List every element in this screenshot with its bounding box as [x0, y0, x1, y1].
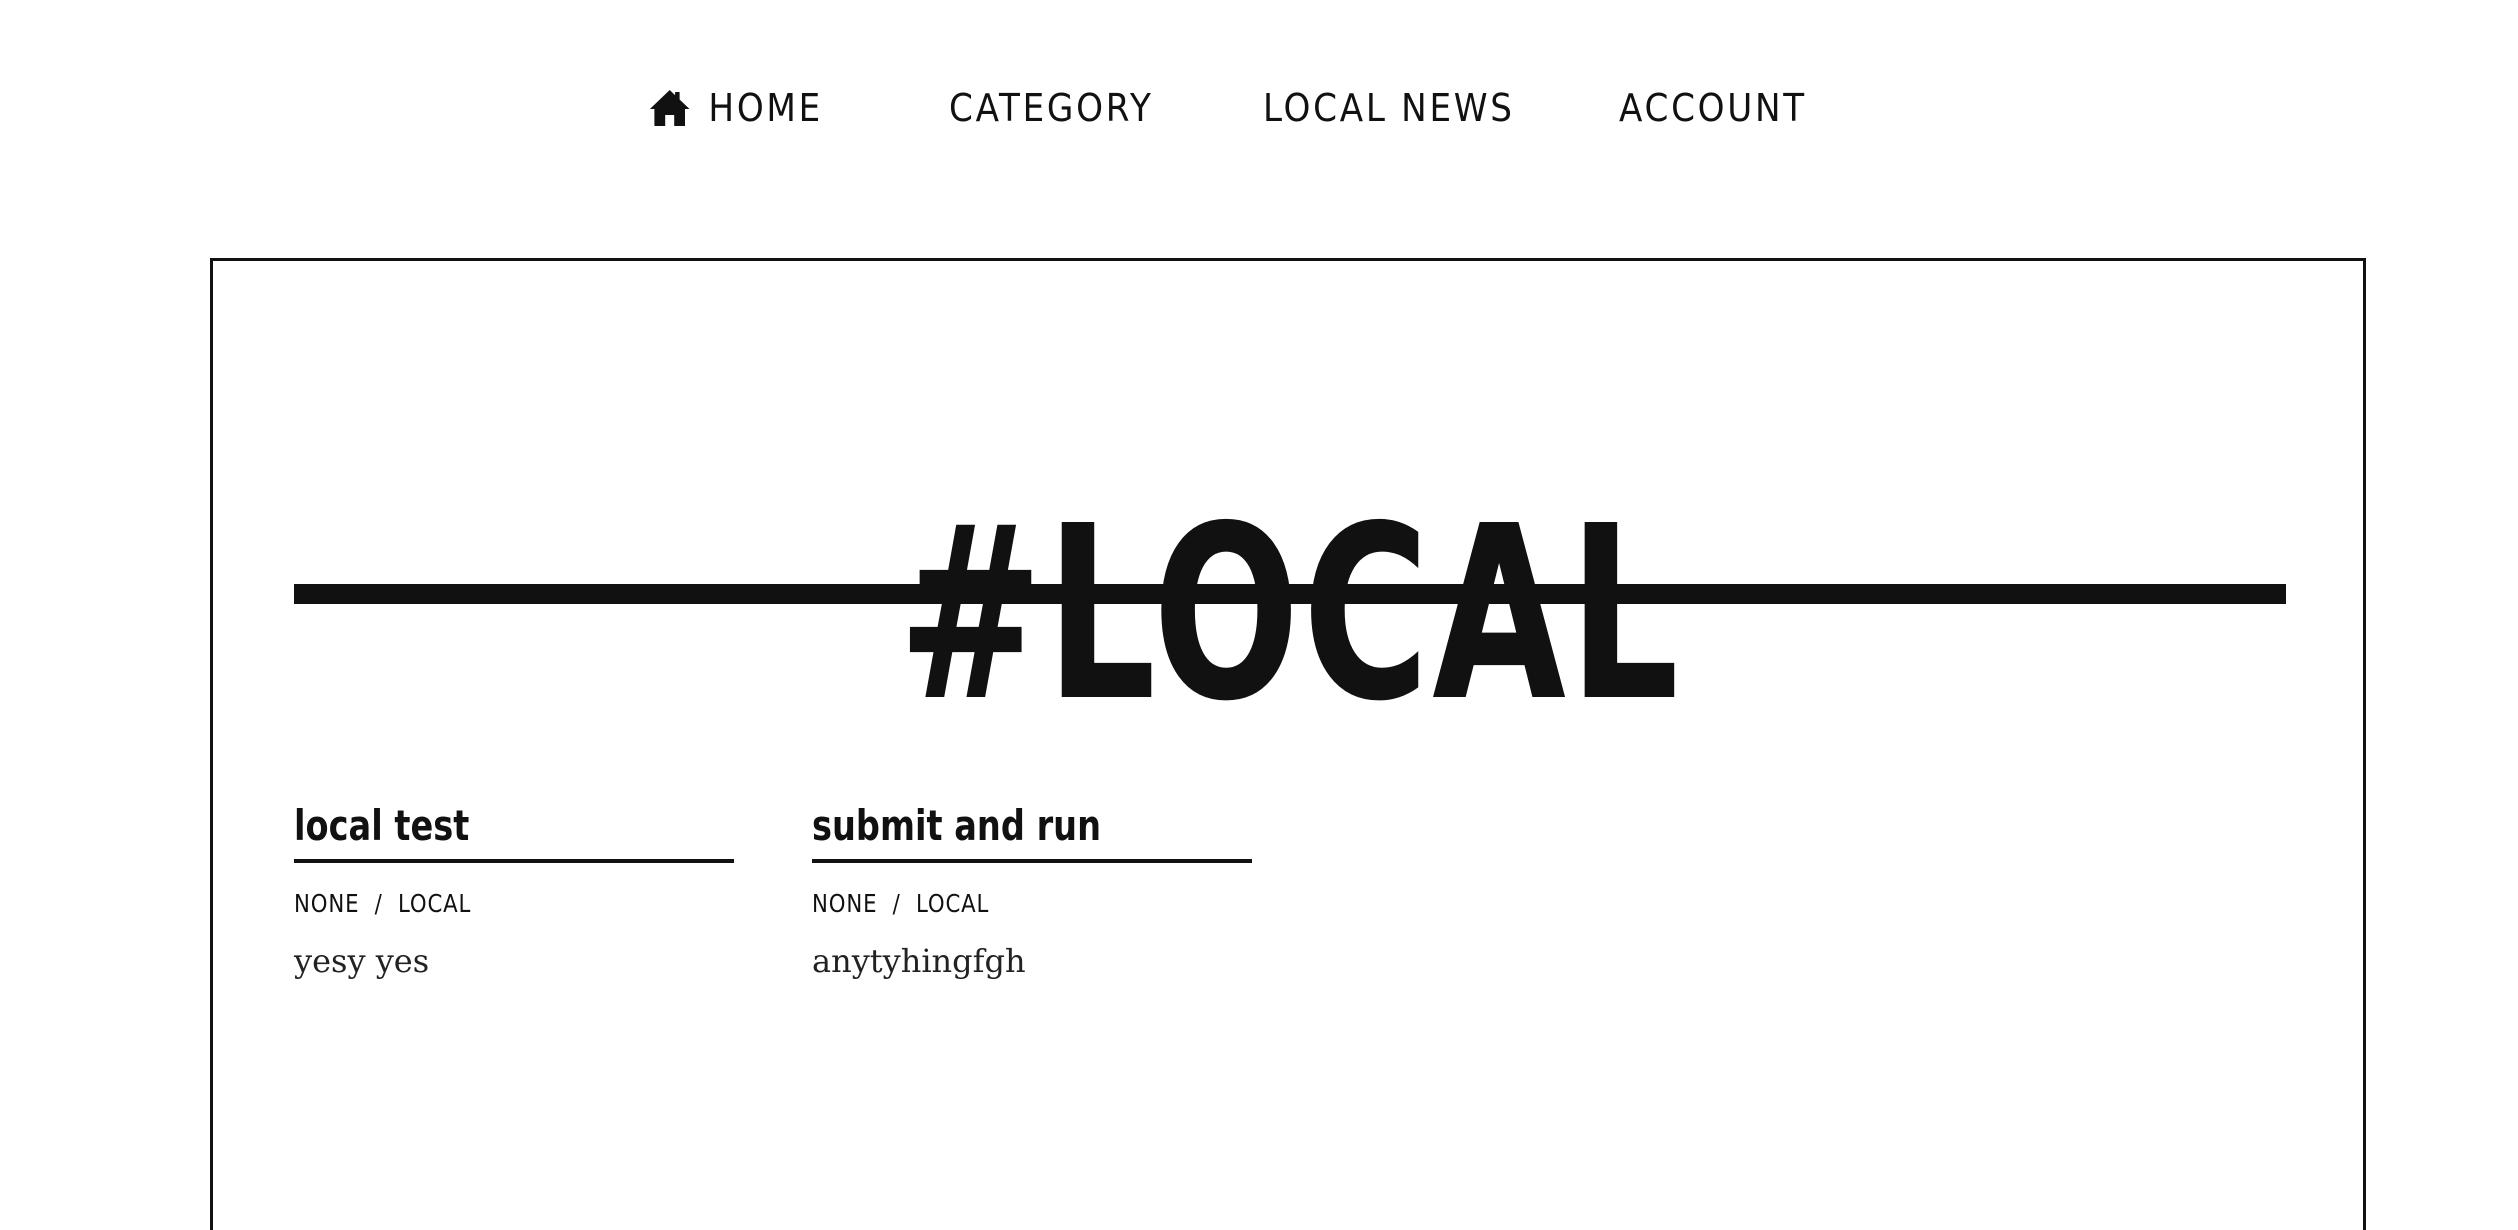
post-meta: NONE / LOCAL	[812, 883, 1186, 923]
post-excerpt: anytyhingfgh	[812, 942, 1026, 980]
nav-category-link[interactable]: CATEGORY	[949, 78, 1154, 138]
post-card: submit and run NONE / LOCAL anytyhingfgh	[812, 795, 1252, 1015]
meta-separator: /	[374, 888, 383, 918]
post-tag-link[interactable]: LOCAL	[916, 889, 989, 918]
main-nav: HOME CATEGORY LOCAL NEWS ACCOUNT	[0, 78, 2518, 138]
post-category-link[interactable]: NONE	[812, 889, 877, 918]
nav-account-link[interactable]: ACCOUNT	[1619, 78, 1807, 138]
post-tag-link[interactable]: LOCAL	[398, 889, 471, 918]
post-card: local test NONE / LOCAL yesy yes	[294, 795, 734, 1015]
title-divider	[294, 584, 2286, 604]
page-title: #LOCAL	[898, 473, 1682, 754]
post-title-divider	[812, 859, 1252, 863]
nav-local-news-link[interactable]: LOCAL NEWS	[1263, 78, 1515, 138]
post-meta: NONE / LOCAL	[294, 883, 668, 923]
home-icon	[649, 88, 690, 128]
meta-separator: /	[892, 888, 901, 918]
post-title-divider	[294, 859, 734, 863]
post-title-link[interactable]: submit and run	[812, 795, 1164, 857]
nav-home-label: HOME	[708, 86, 823, 130]
post-title-link[interactable]: local test	[294, 795, 646, 857]
post-excerpt: yesy yes	[294, 942, 430, 980]
nav-home-link[interactable]: HOME	[649, 78, 823, 138]
post-category-link[interactable]: NONE	[294, 889, 359, 918]
